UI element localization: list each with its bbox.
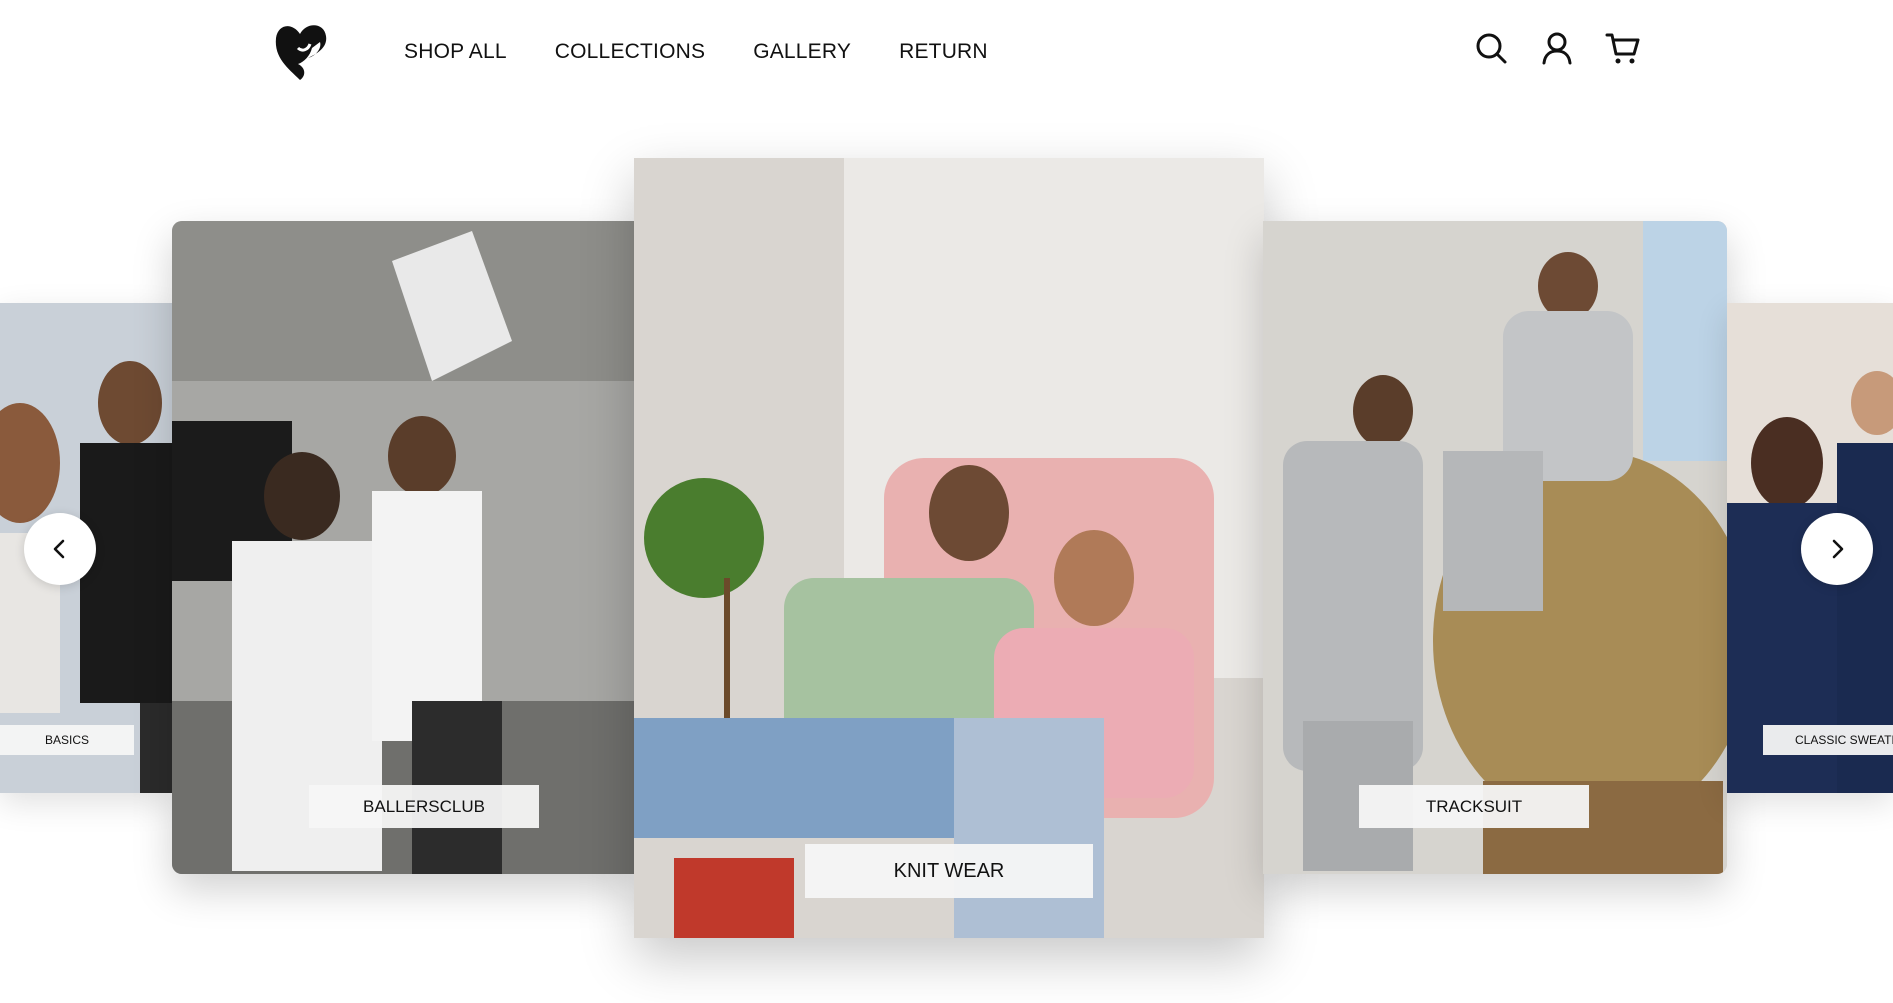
nav-collections[interactable]: COLLECTIONS xyxy=(555,40,705,64)
slide-image xyxy=(634,158,1264,938)
slide-label[interactable]: TRACKSUIT xyxy=(1359,785,1589,828)
slide-label[interactable]: KNIT WEAR xyxy=(805,844,1093,898)
chevron-right-icon xyxy=(1832,539,1844,559)
slide-image xyxy=(1263,221,1727,874)
account-icon[interactable] xyxy=(1539,30,1575,66)
header-icons xyxy=(1473,30,1641,66)
nav-gallery[interactable]: GALLERY xyxy=(753,40,851,64)
slide-tracksuit[interactable]: TRACKSUIT xyxy=(1263,221,1727,874)
slide-knit-wear[interactable]: KNIT WEAR xyxy=(634,158,1264,938)
site-header: SHOP ALL COLLECTIONS GALLERY RETURN xyxy=(0,0,1893,104)
slide-image xyxy=(172,221,634,874)
slide-label[interactable]: CLASSIC SWEATE xyxy=(1763,725,1893,755)
slide-label[interactable]: BASICS xyxy=(0,725,134,755)
nav-shop-all[interactable]: SHOP ALL xyxy=(404,40,507,64)
cart-icon[interactable] xyxy=(1605,30,1641,66)
collections-carousel: BASICS BALLERSCLUB KNIT WEAR TRACKSUIT C… xyxy=(0,158,1893,938)
heart-logo-icon[interactable] xyxy=(270,18,332,86)
slide-label[interactable]: BALLERSCLUB xyxy=(309,785,539,828)
search-icon[interactable] xyxy=(1473,30,1509,66)
carousel-prev-button[interactable] xyxy=(24,513,96,585)
chevron-left-icon xyxy=(53,539,65,559)
carousel-next-button[interactable] xyxy=(1801,513,1873,585)
nav-return[interactable]: RETURN xyxy=(899,40,988,64)
main-nav: SHOP ALL COLLECTIONS GALLERY RETURN xyxy=(404,40,988,64)
slide-ballersclub[interactable]: BALLERSCLUB xyxy=(172,221,634,874)
